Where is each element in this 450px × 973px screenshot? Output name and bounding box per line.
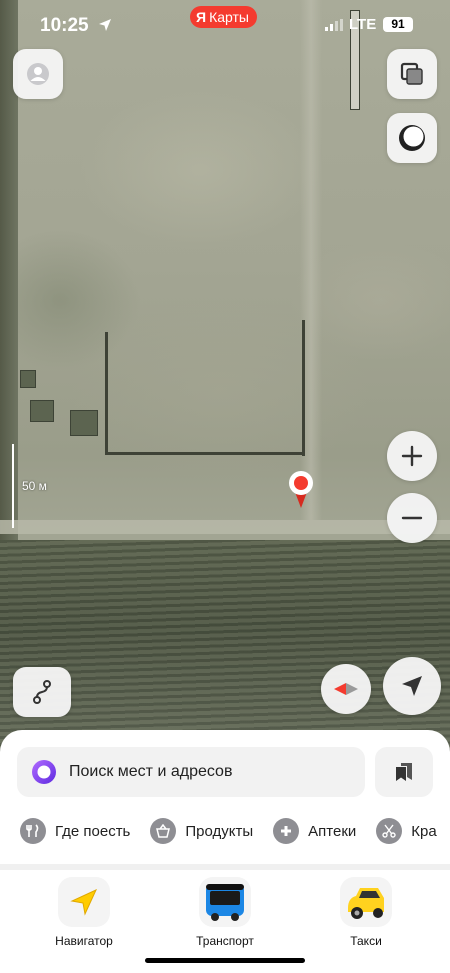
map-building <box>30 400 54 422</box>
tab-label: Транспорт <box>196 934 254 948</box>
alice-button[interactable] <box>387 113 437 163</box>
satellite-map[interactable]: 50 м <box>0 0 450 760</box>
app-badge[interactable]: Я Карты <box>190 6 257 28</box>
home-indicator <box>145 958 305 963</box>
search-placeholder: Поиск мест и адресов <box>69 763 233 780</box>
battery-icon: 91 <box>383 17 413 32</box>
bus-icon <box>199 877 251 927</box>
category-label: Где поесть <box>55 822 131 840</box>
zoom-in-button[interactable] <box>387 431 437 481</box>
tab-label: Такси <box>350 934 382 948</box>
category-beauty[interactable]: Кра <box>376 818 437 844</box>
compass-icon <box>334 683 358 695</box>
category-groceries[interactable]: Продукты <box>150 818 253 844</box>
map-fence <box>302 320 305 456</box>
my-location-button[interactable] <box>383 657 441 715</box>
fork-knife-icon <box>20 818 46 844</box>
search-field[interactable]: Поиск мест и адресов <box>17 747 365 797</box>
map-field <box>0 540 450 760</box>
user-icon <box>27 63 49 85</box>
minus-icon <box>401 516 423 520</box>
map-building <box>70 410 98 436</box>
status-bar: 10:25 Я Карты LTE 91 <box>0 0 450 44</box>
scale-bar <box>12 444 14 528</box>
plus-icon <box>401 445 423 467</box>
navigator-arrow-icon <box>58 877 110 927</box>
alice-icon <box>32 760 56 784</box>
basket-icon <box>150 818 177 844</box>
map-road <box>0 520 450 534</box>
tab-transport[interactable]: Транспорт <box>175 877 275 948</box>
category-food[interactable]: Где поесть <box>20 818 130 844</box>
scissors-icon <box>376 818 403 844</box>
taxi-car-icon <box>340 877 392 927</box>
tab-navigator[interactable]: Навигатор <box>34 877 134 948</box>
category-label: Кра <box>411 822 437 840</box>
yandex-logo: Я <box>196 9 207 25</box>
bottom-sheet: Поиск мест и адресов Где поесть Продукты… <box>0 730 450 864</box>
network-type: LTE <box>349 16 377 33</box>
layers-icon <box>400 62 423 85</box>
category-pharmacy[interactable]: Аптеки <box>273 818 356 844</box>
navigation-arrow-icon <box>402 676 422 696</box>
location-pin-icon[interactable] <box>288 470 314 508</box>
clock: 10:25 <box>40 15 89 36</box>
bookmarks-icon <box>396 763 412 781</box>
route-icon <box>33 680 51 704</box>
scale-label: 50 м <box>22 479 47 493</box>
category-chips: Где поесть Продукты Аптеки Кра <box>20 818 450 844</box>
app-badge-label: Карты <box>209 9 249 25</box>
location-arrow-icon <box>99 19 111 31</box>
category-label: Аптеки <box>308 822 357 840</box>
layers-button[interactable] <box>387 49 437 99</box>
zoom-out-button[interactable] <box>387 493 437 543</box>
bookmarks-button[interactable] <box>375 747 433 797</box>
pharmacy-cross-icon <box>273 818 300 844</box>
category-label: Продукты <box>185 822 254 840</box>
tab-taxi[interactable]: Такси <box>316 877 416 948</box>
signal-icon <box>325 19 343 31</box>
tab-label: Навигатор <box>55 934 113 948</box>
route-button[interactable] <box>13 667 71 717</box>
map-building <box>20 370 36 388</box>
profile-button[interactable] <box>13 49 63 99</box>
alice-icon <box>399 125 425 151</box>
compass-button[interactable] <box>321 664 371 714</box>
map-fence <box>105 332 305 455</box>
